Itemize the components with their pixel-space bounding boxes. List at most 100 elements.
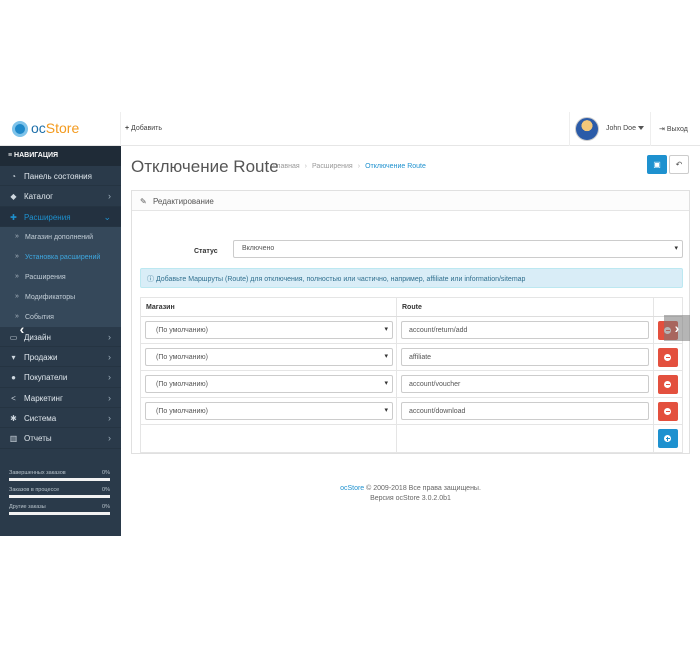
- store-select[interactable]: (По умолчанию) ▾: [145, 321, 393, 339]
- column-store: Магазин: [146, 304, 175, 311]
- chevron-left-icon[interactable]: ‹: [9, 316, 35, 342]
- caret-down-icon: ▾: [384, 326, 388, 333]
- stat-other: Другие заказы 0%: [9, 502, 110, 519]
- logout-button[interactable]: ⇥ Выход: [659, 125, 688, 133]
- store-select[interactable]: (По умолчанию) ▾: [145, 402, 393, 420]
- sidebar-item-dashboard[interactable]: ◔ Панель состояния: [0, 166, 121, 187]
- save-icon: ▣: [653, 160, 661, 169]
- stat-complete: Завершенных заказов 0%: [9, 468, 110, 485]
- logo[interactable]: ocStore: [0, 112, 121, 146]
- caret-down-icon: ▾: [674, 245, 678, 252]
- share-icon: <: [11, 393, 16, 403]
- page-title: Отключение Route: [131, 157, 279, 176]
- info-alert: ⓘ Добавьте Маршруты (Route) для отключен…: [140, 268, 683, 288]
- add-label: Добавить: [131, 125, 162, 132]
- remove-button[interactable]: [658, 375, 678, 394]
- cog-icon: ✱: [10, 414, 17, 424]
- route-table: Магазин Route (По умолчанию) ▾ account/r…: [140, 297, 683, 453]
- add-button[interactable]: + Добавить: [125, 125, 162, 132]
- remove-button[interactable]: [658, 348, 678, 367]
- panel-heading: ✎ Редактирование: [132, 191, 689, 211]
- logout-label: Выход: [666, 126, 688, 133]
- route-input[interactable]: account/return/add: [401, 321, 649, 339]
- table-row: (По умолчанию) ▾ account/voucher: [141, 371, 682, 398]
- save-button[interactable]: ▣: [647, 155, 667, 174]
- user-name: John Doe: [606, 125, 636, 132]
- table-footer: [141, 425, 682, 452]
- breadcrumb-extensions[interactable]: Расширения: [312, 163, 353, 170]
- sidebar-subitem-extensions[interactable]: » Расширения: [0, 266, 121, 287]
- remove-button[interactable]: [658, 402, 678, 421]
- bars-icon: ≡: [8, 152, 13, 159]
- minus-circle-icon: [664, 381, 671, 388]
- pencil-icon: ✎: [140, 197, 147, 206]
- chevron-right-icon: ›: [108, 331, 111, 342]
- footer: ocStore © 2009-2018 Все права защищены. …: [121, 484, 700, 504]
- sidebar-item-catalog[interactable]: ◆ Каталог ›: [0, 186, 121, 207]
- chevron-right-icon: ›: [108, 191, 111, 202]
- sidebar-item-system[interactable]: ✱ Система ›: [0, 408, 121, 429]
- back-button[interactable]: ↶: [669, 155, 689, 174]
- user-menu[interactable]: John Doe: [569, 112, 651, 146]
- table-row: (По умолчанию) ▾ account/download: [141, 398, 682, 425]
- bar-chart-icon: ▥: [9, 434, 18, 444]
- progress-bar: [9, 478, 110, 481]
- sidebar-subitem-installer[interactable]: » Установка расширений: [0, 246, 121, 267]
- angle-double-right-icon: »: [15, 252, 19, 260]
- chevron-right-icon: ›: [108, 413, 111, 424]
- angle-double-right-icon: »: [15, 272, 19, 280]
- footer-brand-link[interactable]: ocStore: [340, 485, 364, 492]
- caret-down-icon: ▾: [384, 353, 388, 360]
- plus-circle-icon: [664, 435, 671, 442]
- sidebar-item-customers[interactable]: ● Покупатели ›: [0, 367, 121, 388]
- plus-icon: +: [125, 125, 130, 132]
- table-row: (По умолчанию) ▾ affiliate: [141, 344, 682, 371]
- route-input[interactable]: account/voucher: [401, 375, 649, 393]
- sidebar-subitem-marketplace[interactable]: » Магазин дополнений: [0, 226, 121, 247]
- breadcrumb-current[interactable]: Отключение Route: [365, 163, 426, 170]
- store-select[interactable]: (По умолчанию) ▾: [145, 348, 393, 366]
- caret-down-icon: [638, 126, 644, 130]
- add-route-button[interactable]: [658, 429, 678, 448]
- angle-double-right-icon: »: [15, 232, 19, 240]
- chevron-right-icon: ›: [108, 392, 111, 403]
- sign-out-icon: ⇥: [659, 126, 665, 133]
- cart-icon: ▾: [11, 353, 16, 363]
- chevron-right-icon: ›: [108, 433, 111, 444]
- footer-copyright: © 2009-2018 Все права защищены.: [366, 485, 481, 492]
- reply-icon: ↶: [675, 160, 683, 169]
- main-content: Отключение Route Главная › Расширения › Откл…: [121, 146, 700, 536]
- angle-double-right-icon: »: [15, 292, 19, 300]
- sidebar-item-extensions[interactable]: ✚ Расширения ⌄: [0, 206, 121, 227]
- top-header: ocStore + Добавить John Doe ⇥ Выход: [0, 112, 700, 146]
- progress-bar: [9, 512, 110, 515]
- route-input[interactable]: account/download: [401, 402, 649, 420]
- chevron-right-icon: ›: [108, 372, 111, 383]
- sidebar-item-sales[interactable]: ▾ Продажи ›: [0, 347, 121, 368]
- minus-circle-icon: [664, 354, 671, 361]
- minus-circle-icon: [664, 408, 671, 415]
- info-circle-icon: ⓘ: [147, 276, 154, 283]
- chevron-right-icon[interactable]: ›: [664, 315, 690, 341]
- breadcrumb-home[interactable]: Главная: [273, 163, 300, 170]
- column-route: Route: [402, 304, 422, 311]
- sidebar-item-reports[interactable]: ▥ Отчеты ›: [0, 428, 121, 449]
- caret-down-icon: ▾: [384, 407, 388, 414]
- chevron-right-icon: ›: [108, 352, 111, 363]
- avatar: [575, 117, 599, 141]
- tag-icon: ◆: [10, 192, 17, 202]
- footer-version: Версия ocStore 3.0.2.0b1: [370, 495, 451, 502]
- sidebar-subitem-modifications[interactable]: » Модификаторы: [0, 286, 121, 307]
- status-select[interactable]: Включено ▾: [233, 240, 683, 258]
- stat-processing: Заказов в процессе 0%: [9, 485, 110, 502]
- puzzle-icon: ✚: [10, 212, 17, 222]
- user-icon: ●: [11, 373, 16, 383]
- nav-title: ≡ НАВИГАЦИЯ: [0, 146, 121, 166]
- logo-text: ocStore: [31, 120, 80, 136]
- route-input[interactable]: affiliate: [401, 348, 649, 366]
- order-stats: Завершенных заказов 0% Заказов в процесс…: [9, 468, 110, 519]
- chevron-down-icon: ⌄: [103, 211, 111, 222]
- sidebar-item-marketing[interactable]: < Маркетинг ›: [0, 388, 121, 409]
- table-header: Магазин Route: [141, 298, 682, 317]
- store-select[interactable]: (По умолчанию) ▾: [145, 375, 393, 393]
